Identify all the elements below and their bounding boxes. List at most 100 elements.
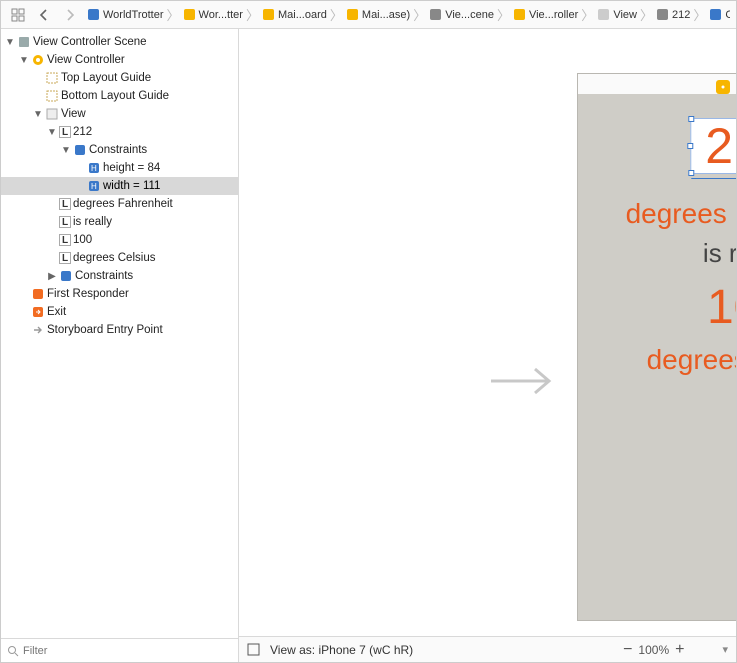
outline-entry-point[interactable]: Storyboard Entry Point [1,321,238,339]
document-outline: ▼ View Controller Scene ▼ View Controlle… [1,29,239,662]
outline-constraint-width[interactable]: H width = 111 [1,177,238,195]
top-toolbar: WorldTrotter〉Wor...tter〉Mai...oard〉Mai..… [1,1,736,29]
label-icon: L [59,252,71,264]
zoom-out-button[interactable]: − [623,641,632,659]
breadcrumb-label: Mai...ase) [362,9,410,21]
outline-view[interactable]: ▼ View [1,105,238,123]
folder-icon [183,8,196,21]
outline-bottom-layout-guide[interactable]: Bottom Layout Guide [1,87,238,105]
disclosure-triangle-icon[interactable]: ▶ [47,271,57,282]
outline-label-100[interactable]: L 100 [1,231,238,249]
outline-viewcontroller[interactable]: ▼ View Controller [1,51,238,69]
outline-constraints-1[interactable]: ▼ Constraints [1,141,238,159]
disclosure-triangle-icon[interactable]: ▼ [47,127,57,138]
device-config-icon[interactable] [247,643,260,656]
related-items-button[interactable] [7,5,29,25]
label-icon: L [59,216,71,228]
breadcrumb-item[interactable]: Vie...roller [511,8,580,21]
disclosure-triangle-icon[interactable]: ▼ [61,145,71,156]
first-responder-icon [31,288,45,300]
outline-label-ir[interactable]: L is really [1,213,238,231]
zoom-level[interactable]: 100% [638,643,669,657]
breadcrumb-label: 212 [672,9,690,21]
breadcrumb-item[interactable]: Mai...oard [260,8,329,21]
breadcrumb-item[interactable]: Wor...tter [181,8,245,21]
disclosure-triangle-icon[interactable]: ▼ [33,109,43,120]
breadcrumb-separator-icon: 〉 [693,5,706,24]
zoom-controls: − 100% + [623,641,684,659]
outline-label: degrees Celsius [73,252,155,264]
breadcrumb-item[interactable]: WorldTrotter [85,8,166,21]
outline-label: degrees Fahrenheit [73,198,173,210]
outline-scene[interactable]: ▼ View Controller Scene [1,33,238,51]
constraints-group-icon [73,144,87,156]
breadcrumb-item[interactable]: Mai...ase) [344,8,412,21]
canvas-options-icon[interactable]: ▾ [722,643,728,656]
outline-label: is really [73,216,112,228]
disclosure-triangle-icon[interactable]: ▼ [19,55,29,66]
outline-label-df[interactable]: L degrees Fahrenheit [1,195,238,213]
outline-constraints-2[interactable]: ▶ Constraints [1,267,238,285]
outline-label-dc[interactable]: L degrees Celsius [1,249,238,267]
filter-icon [7,645,19,657]
view-as-label[interactable]: View as: iPhone 7 (wC hR) [270,643,413,657]
outline-label: First Responder [47,288,129,300]
label-icon: L [59,234,71,246]
outline-label: Constraints [89,144,147,156]
viewcontroller-icon [31,54,45,66]
zoom-in-button[interactable]: + [675,641,684,659]
breadcrumb-label: Vie...roller [529,9,578,21]
outline-label: 100 [73,234,92,246]
outline-label: Exit [47,306,66,318]
storyboard-icon [346,8,359,21]
scene-dock[interactable] [716,80,736,94]
breadcrumb-separator-icon: 〉 [167,5,180,24]
label-is-really[interactable]: is really [578,238,736,269]
label-100[interactable]: 100 [578,280,736,335]
outline-label: Bottom Layout Guide [61,90,169,102]
layout-guide-icon [45,90,59,102]
label-degrees-fahrenheit[interactable]: degrees Fahrenheit [578,198,736,230]
back-button[interactable] [33,5,55,25]
outline-tree[interactable]: ▼ View Controller Scene ▼ View Controlle… [1,29,238,638]
outline-top-layout-guide[interactable]: Top Layout Guide [1,69,238,87]
scene-icon [429,8,442,21]
resize-handle[interactable] [687,143,693,149]
main-split: ▼ View Controller Scene ▼ View Controlle… [1,29,736,662]
layout-guide-icon [45,72,59,84]
breadcrumb-label: Constraints [725,9,730,21]
breadcrumb-separator-icon: 〉 [640,5,653,24]
disclosure-triangle-icon[interactable]: ▼ [5,37,15,48]
resize-handle[interactable] [688,116,694,122]
outline-filter-bar [1,638,238,662]
label-icon: L [59,198,71,210]
label-icon [656,8,669,21]
device-preview[interactable]: 212 degrees Fahrenheit is really 100 deg… [577,73,736,621]
storyboard-entry-arrow-icon [489,359,559,403]
breadcrumb-separator-icon: 〉 [497,5,510,24]
label-degrees-celsius[interactable]: degrees Celsius [578,344,736,376]
outline-label: View Controller [47,54,125,66]
vc-icon [513,8,526,21]
forward-button[interactable] [59,5,81,25]
viewcontroller-badge-icon[interactable] [716,80,730,94]
view-icon [45,108,59,120]
project-icon [87,8,100,21]
outline-constraint-height[interactable]: H height = 84 [1,159,238,177]
breadcrumb-item[interactable]: View [595,8,639,21]
canvas-scroll[interactable]: 212 degrees Fahrenheit is really 100 deg… [239,29,736,636]
breadcrumb-separator-icon: 〉 [413,5,426,24]
outline-first-responder[interactable]: First Responder [1,285,238,303]
storyboard-icon [262,8,275,21]
outline-exit[interactable]: Exit [1,303,238,321]
breadcrumb-item[interactable]: 212 [654,8,692,21]
label-212-selected[interactable]: 212 [690,118,736,174]
breadcrumb-item[interactable]: Vie...cene [427,8,496,21]
breadcrumb-item[interactable]: Constraints [707,8,730,21]
width-constraint-indicator [691,175,736,183]
filter-input[interactable] [23,645,232,657]
breadcrumb-label: Mai...oard [278,9,327,21]
constraints-group-icon [59,270,73,282]
constraint-icon: H [87,180,101,192]
outline-label-212[interactable]: ▼ L 212 [1,123,238,141]
